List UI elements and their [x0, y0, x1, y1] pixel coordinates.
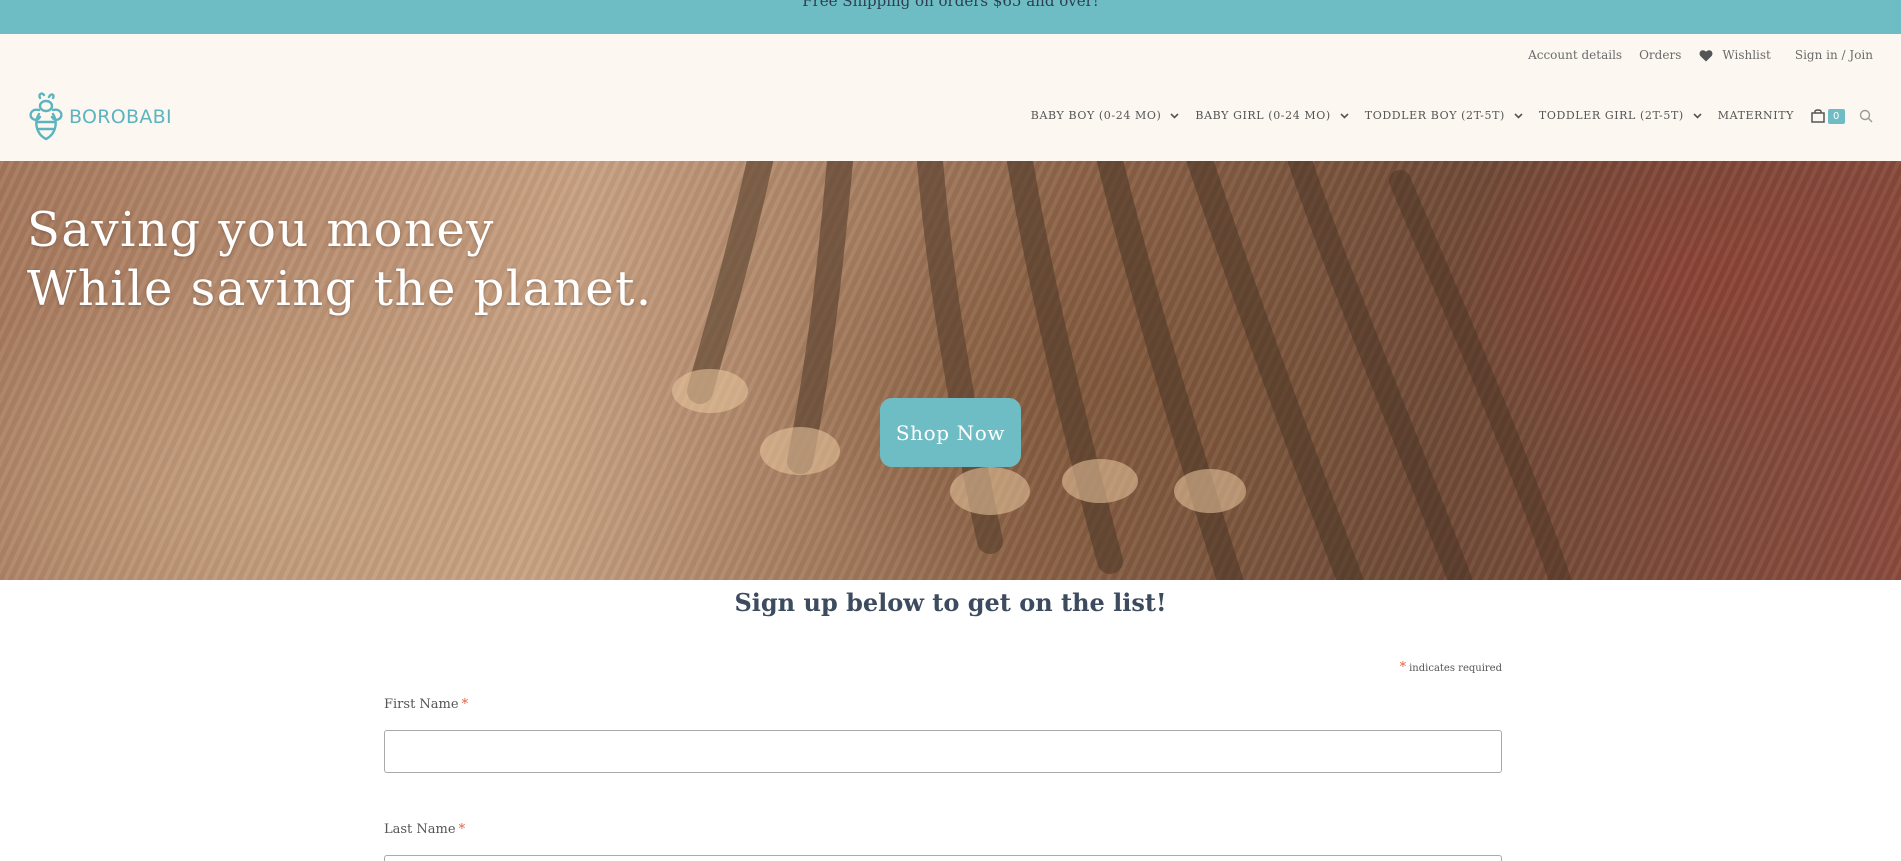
account-details-link[interactable]: Account details	[1528, 48, 1622, 62]
nav-item-label: BABY BOY (0-24 MO)	[1030, 109, 1162, 122]
required-asterisk: *	[461, 697, 469, 712]
utility-nav: Account details Orders Wishlist Sign in …	[1511, 48, 1873, 62]
first-name-label-text: First Name	[384, 697, 459, 712]
orders-link[interactable]: Orders	[1639, 48, 1681, 62]
logo-text: BOROBABI	[69, 106, 172, 128]
required-asterisk: *	[1399, 660, 1407, 675]
chevron-down-icon	[1340, 112, 1349, 119]
cart-button[interactable]: 0	[1811, 107, 1845, 124]
nav-item-label: BABY GIRL (0-24 MO)	[1195, 109, 1331, 122]
chevron-down-icon	[1514, 112, 1523, 119]
site-header: Account details Orders Wishlist Sign in …	[0, 34, 1901, 161]
nav-item-label: TODDLER GIRL (2T-5T)	[1538, 109, 1684, 122]
last-name-label: Last Name *	[384, 822, 465, 837]
shopping-bag-icon	[1811, 109, 1825, 123]
bee-icon	[29, 92, 63, 141]
last-name-label-text: Last Name	[384, 822, 456, 837]
announcement-text: Free Shipping on orders $65 and over!	[802, 0, 1099, 10]
wishlist-link[interactable]: Wishlist	[1722, 48, 1771, 62]
first-name-label: First Name *	[384, 697, 468, 712]
nav-item-baby-girl[interactable]: BABY GIRL (0-24 MO)	[1195, 109, 1349, 122]
shop-now-button[interactable]: Shop Now	[880, 398, 1021, 467]
chevron-down-icon	[1170, 112, 1179, 119]
nav-item-baby-boy[interactable]: BABY BOY (0-24 MO)	[1031, 109, 1180, 122]
hero-line-1: Saving you money	[27, 202, 495, 258]
hero-banner: Saving you money While saving the planet…	[0, 161, 1901, 580]
nav-item-toddler-boy[interactable]: TODDLER BOY (2T-5T)	[1365, 109, 1523, 122]
hero-headline: Saving you money While saving the planet…	[27, 201, 653, 319]
main-nav: BABY BOY (0-24 MO) BABY GIRL (0-24 MO) T…	[1015, 107, 1873, 124]
site-logo[interactable]: BOROBABI	[27, 92, 172, 142]
nav-item-toddler-girl[interactable]: TODDLER GIRL (2T-5T)	[1539, 109, 1702, 122]
first-name-field[interactable]	[384, 730, 1502, 773]
nav-item-label: TODDLER BOY (2T-5T)	[1364, 109, 1505, 122]
heart-icon[interactable]	[1699, 49, 1713, 62]
cart-count-badge: 0	[1828, 109, 1845, 124]
nav-item-maternity[interactable]: MATERNITY	[1718, 109, 1794, 122]
last-name-field[interactable]	[384, 855, 1502, 861]
nav-item-label: MATERNITY	[1717, 109, 1795, 122]
required-asterisk: *	[458, 822, 466, 837]
search-icon[interactable]	[1859, 109, 1873, 123]
sign-in-link[interactable]: Sign in / Join	[1795, 48, 1873, 62]
hero-line-2: While saving the planet.	[27, 261, 653, 317]
signup-heading: Sign up below to get on the list!	[734, 588, 1167, 617]
required-note: * indicates required	[1400, 660, 1502, 675]
announcement-bar: Free Shipping on orders $65 and over!	[0, 0, 1901, 34]
chevron-down-icon	[1693, 112, 1702, 119]
required-note-text: indicates required	[1409, 663, 1502, 674]
